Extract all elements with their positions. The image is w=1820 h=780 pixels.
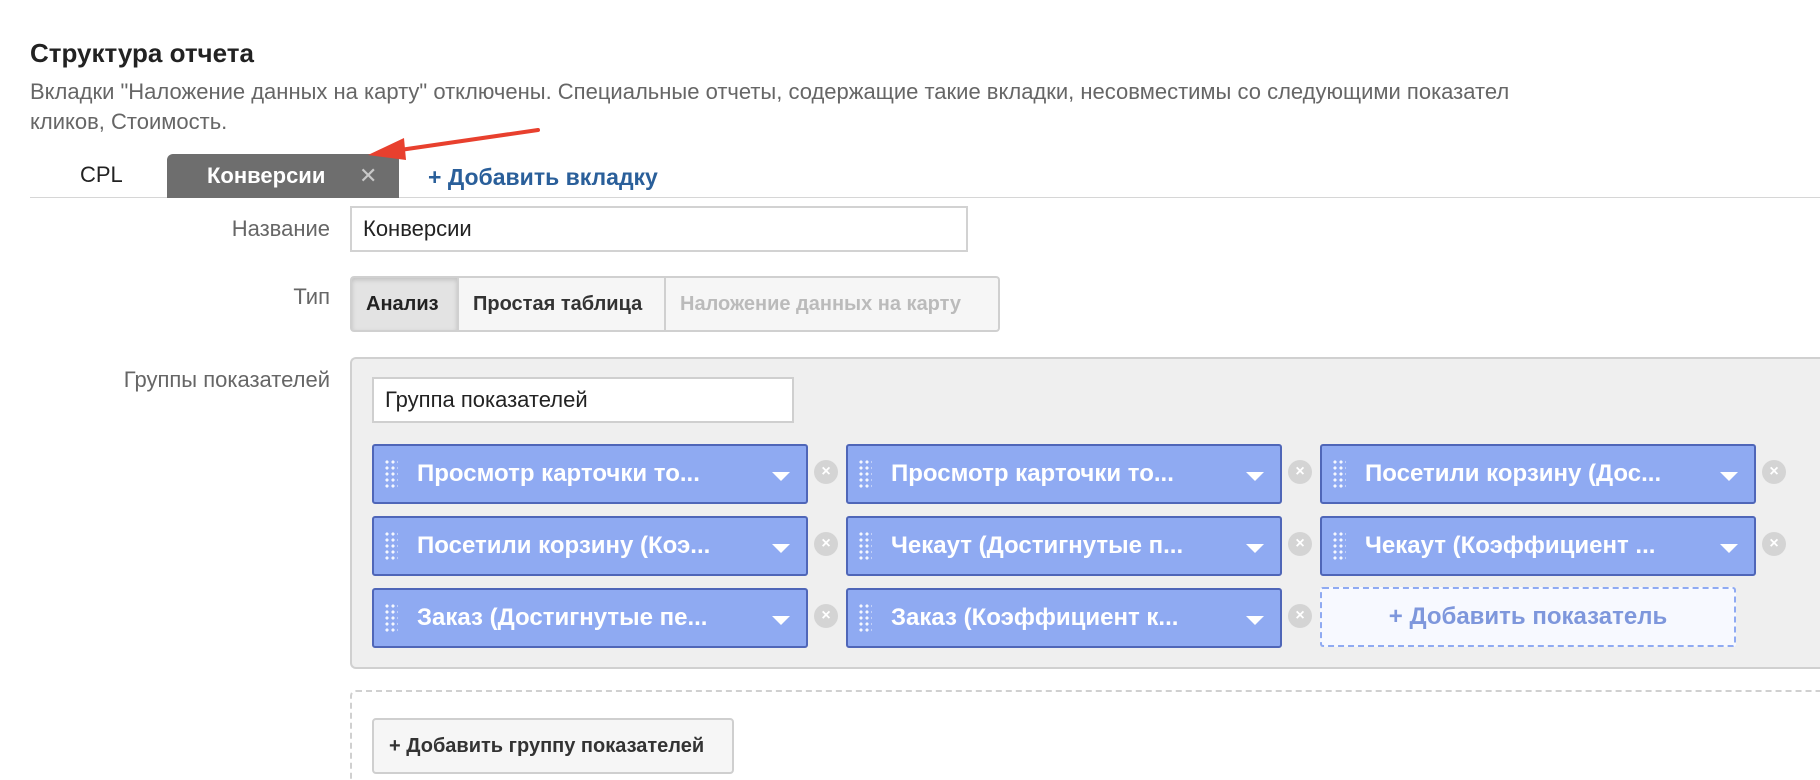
chevron-down-icon[interactable] [772,616,790,625]
section-title: Структура отчета [30,38,254,68]
metric-group-name-input[interactable] [372,377,794,423]
chevron-down-icon[interactable] [1720,472,1738,481]
remove-metric-icon[interactable]: × [1288,532,1312,556]
metric-label: Посетили корзину (Коэ... [417,532,711,559]
add-metric-button[interactable]: + Добавить показатель [1320,587,1736,647]
metric-chip[interactable]: Заказ (Коэффициент к... [846,588,1282,648]
chevron-down-icon[interactable] [1246,544,1264,553]
type-label: Тип [293,284,330,309]
remove-metric-icon[interactable]: × [814,604,838,628]
metric-chip[interactable]: Просмотр карточки то... [372,444,808,504]
metric-chip[interactable]: Заказ (Достигнутые пе... [372,588,808,648]
red-arrow-annotation [368,128,540,160]
type-map-overlay-button: Наложение данных на карту [666,276,1000,332]
remove-metric-icon[interactable]: × [1762,532,1786,556]
section-description: Вкладки "Наложение данных на карту" откл… [30,77,1820,137]
description-line-1: Вкладки "Наложение данных на карту" откл… [30,79,1510,104]
remove-metric-icon[interactable]: × [1288,460,1312,484]
chevron-down-icon[interactable] [1246,616,1264,625]
chevron-down-icon[interactable] [1246,472,1264,481]
metric-label: Посетили корзину (Дос... [1365,460,1662,487]
drag-handle-icon[interactable] [1332,531,1346,561]
remove-metric-icon[interactable]: × [814,532,838,556]
chevron-down-icon[interactable] [772,544,790,553]
add-tab-link[interactable]: + Добавить вкладку [428,164,658,191]
chevron-down-icon[interactable] [1720,544,1738,553]
remove-metric-icon[interactable]: × [814,460,838,484]
metric-chip[interactable]: Чекаут (Достигнутые п... [846,516,1282,576]
metric-chip[interactable]: Просмотр карточки то... [846,444,1282,504]
add-metric-group-button[interactable]: + Добавить группу показателей [372,718,734,774]
metric-chip[interactable]: Посетили корзину (Коэ... [372,516,808,576]
tab-bar: CPL Конверсии ✕ + Добавить вкладку [30,154,1820,198]
type-flat-table-button[interactable]: Простая таблица [459,276,666,332]
metric-label: Заказ (Достигнутые пе... [417,604,708,631]
metric-chip[interactable]: Чекаут (Коэффициент ... [1320,516,1756,576]
metric-label: Чекаут (Коэффициент ... [1365,532,1656,559]
tab-name-input[interactable] [350,206,968,252]
description-line-2: кликов, Стоимость. [30,109,228,134]
type-analysis-button[interactable]: Анализ [350,276,459,332]
type-selector: Анализ Простая таблица Наложение данных … [350,276,1000,332]
metric-groups-label: Группы показателей [123,367,330,392]
metric-label: Чекаут (Достигнутые п... [891,532,1184,559]
metric-label: Просмотр карточки то... [417,460,700,487]
tab-cpl[interactable]: CPL [80,162,123,188]
close-icon[interactable]: ✕ [359,163,377,189]
drag-handle-icon[interactable] [858,603,872,633]
drag-handle-icon[interactable] [858,531,872,561]
remove-metric-icon[interactable]: × [1762,460,1786,484]
remove-metric-icon[interactable]: × [1288,604,1312,628]
metric-label: Просмотр карточки то... [891,460,1174,487]
metric-chip[interactable]: Посетили корзину (Дос... [1320,444,1756,504]
drag-handle-icon[interactable] [384,459,398,489]
drag-handle-icon[interactable] [1332,459,1346,489]
drag-handle-icon[interactable] [858,459,872,489]
drag-handle-icon[interactable] [384,603,398,633]
name-label: Название [231,216,330,241]
chevron-down-icon[interactable] [772,472,790,481]
metric-label: Заказ (Коэффициент к... [891,604,1179,631]
tab-conversions-label: Конверсии [207,163,326,188]
drag-handle-icon[interactable] [384,531,398,561]
